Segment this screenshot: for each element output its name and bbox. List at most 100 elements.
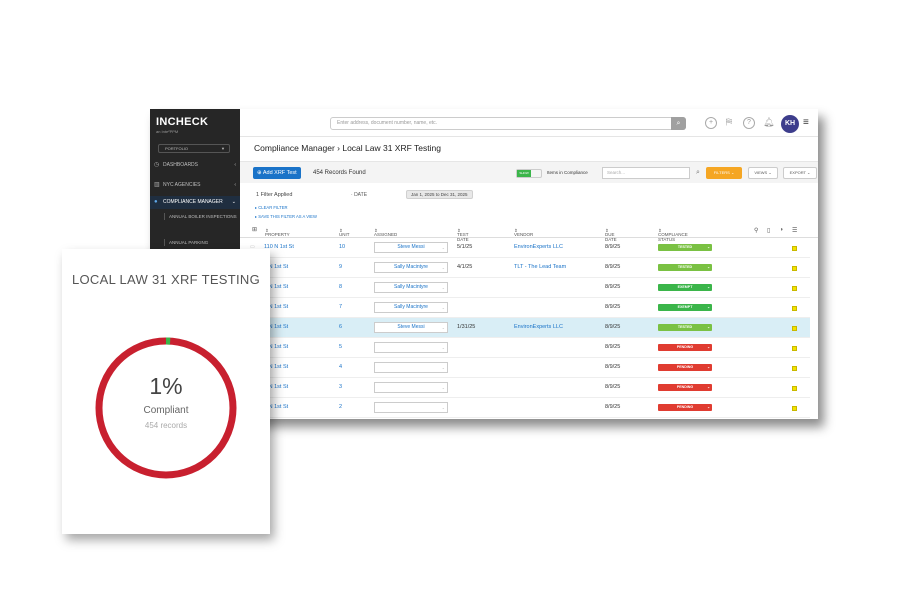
vendor-link[interactable]: EnvironExperts LLC <box>514 324 563 330</box>
search-icon[interactable]: ⌕ <box>696 167 700 179</box>
chevron-down-icon: ⌄ <box>707 405 710 409</box>
top-bar: Enter address, document number, name, et… <box>240 109 818 137</box>
export-label: EXPORT <box>789 170 806 175</box>
clear-filter-label: CLEAR FILTER <box>258 205 288 210</box>
bell-icon[interactable]: 🔔︎ <box>763 117 774 128</box>
column-header-property[interactable]: PROPERTY ⇕ <box>265 228 290 237</box>
status-badge[interactable]: TESTED ⌄ <box>658 244 712 251</box>
hamburger-menu-icon[interactable]: ≡ <box>803 117 809 128</box>
export-button[interactable]: EXPORT ⌄ <box>783 167 817 179</box>
clear-filter-link[interactable]: ▸ CLEAR FILTER <box>255 205 288 210</box>
column-header-vendor[interactable]: VENDOR ⇕ <box>514 228 533 237</box>
status-badge[interactable]: TESTED ⌄ <box>658 324 712 331</box>
column-header-status[interactable]: COMPLIANCE STATUS ⇕ <box>658 228 688 242</box>
assigned-select[interactable]: ⌄ <box>374 382 448 393</box>
flag-icon[interactable] <box>792 366 797 371</box>
assigned-select[interactable]: ⌄ <box>374 362 448 373</box>
assigned-select[interactable]: Sally Macintyre ⌄ <box>374 262 448 273</box>
assigned-select[interactable]: Sally Macintyre ⌄ <box>374 302 448 313</box>
list-icon[interactable]: ☰ <box>792 227 797 234</box>
unit-link[interactable]: 10 <box>339 244 345 250</box>
unit-link[interactable]: 8 <box>339 284 342 290</box>
table-row[interactable]: 0 N 1st St 2 ⌄ 8/9/25 PENDING ⌄ <box>240 398 810 418</box>
status-badge[interactable]: PENDING ⌄ <box>658 344 712 351</box>
sidebar-item-label: COMPLIANCE MANAGER <box>163 199 223 205</box>
compliance-label: Compliant <box>143 405 189 416</box>
table-row[interactable]: ▭ 110 N 1st St 10 Steve Messi ⌄ 5/1/25 Environ… <box>240 238 810 258</box>
sidebar-subitem-parking[interactable]: ANNUAL PARKING <box>164 239 238 246</box>
global-search-input[interactable]: Enter address, document number, name, et… <box>330 117 686 130</box>
sidebar-item-dashboards[interactable]: ◷ DASHBOARDS ‹ <box>150 159 240 172</box>
sidebar-item-compliance-manager[interactable]: ● COMPLIANCE MANAGER ⌄ <box>150 196 240 209</box>
sidebar-subitem-boiler[interactable]: ANNUAL BOILER INSPECTIONS <box>164 213 238 220</box>
table-search-input[interactable]: Search... <box>602 167 690 179</box>
table-row[interactable]: 0 N 1st St 7 Sally Macintyre ⌄ 8/9/25 EXEMPT ⌄ <box>240 298 810 318</box>
add-xrf-test-button[interactable]: ⊕ Add XRF Test <box>253 167 301 179</box>
test-date: 4/1/25 <box>457 264 473 270</box>
search-icon[interactable]: ⌕ <box>671 117 686 130</box>
assigned-select[interactable]: ⌄ <box>374 342 448 353</box>
chevron-down-icon: ⌄ <box>441 265 445 270</box>
column-header-unit[interactable]: UNIT ⇕ <box>339 228 350 237</box>
unit-link[interactable]: 5 <box>339 344 342 350</box>
status-badge[interactable]: PENDING ⌄ <box>658 364 712 371</box>
vendor-link[interactable]: TLT - The Lead Team <box>514 264 566 270</box>
assigned-value: Sally Macintyre <box>394 284 428 290</box>
comments-icon[interactable]: ◗ <box>780 227 784 233</box>
unit-link[interactable]: 7 <box>339 304 342 310</box>
status-badge[interactable]: EXEMPT ⌄ <box>658 284 712 291</box>
unit-link[interactable]: 4 <box>339 364 342 370</box>
flag-icon[interactable] <box>792 306 797 311</box>
column-header-due-date[interactable]: DUE DATE ⇕ <box>605 228 617 242</box>
clipboard-icon[interactable]: ▯ <box>767 227 770 234</box>
paperclip-icon[interactable]: ⚲ <box>754 227 758 234</box>
table-row[interactable]: 0 N 1st St 3 ⌄ 8/9/25 PENDING ⌄ <box>240 378 810 398</box>
flag-icon[interactable] <box>792 326 797 331</box>
status-badge[interactable]: PENDING ⌄ <box>658 404 712 411</box>
portfolio-select[interactable]: PORTFOLIO ▼ <box>158 144 230 153</box>
status-badge[interactable]: PENDING ⌄ <box>658 384 712 391</box>
signpost-icon[interactable]: ⛿ <box>723 117 735 129</box>
flag-icon[interactable] <box>792 286 797 291</box>
table-row[interactable]: 0 N 1st St 5 ⌄ 8/9/25 PENDING ⌄ <box>240 338 810 358</box>
due-date: 8/9/25 <box>605 384 621 390</box>
due-date: 8/9/25 <box>605 304 621 310</box>
filters-button[interactable]: FILTERS ⌄ <box>706 167 742 179</box>
views-button[interactable]: VIEWS ⌄ <box>748 167 778 179</box>
vendor-link[interactable]: EnvironExperts LLC <box>514 244 563 250</box>
assigned-select[interactable]: Steve Messi ⌄ <box>374 322 448 333</box>
unit-link[interactable]: 9 <box>339 264 342 270</box>
app-logo[interactable]: INCHECK <box>156 116 208 128</box>
column-header-test-date[interactable]: TEST DATE ⇕ <box>457 228 469 242</box>
date-range-chip[interactable]: Jan 1, 2025 to Dec 31, 2025 <box>406 190 473 199</box>
assigned-select[interactable]: Steve Messi ⌄ <box>374 242 448 253</box>
table-header: ⊞ PROPERTY ⇕ UNIT ⇕ ASSIGNED ⇕ TEST DATE… <box>240 224 818 242</box>
table-row[interactable]: 0 N 1st St 4 ⌄ 8/9/25 PENDING ⌄ <box>240 358 810 378</box>
unit-link[interactable]: 6 <box>339 324 342 330</box>
status-badge[interactable]: EXEMPT ⌄ <box>658 304 712 311</box>
flag-icon[interactable] <box>792 386 797 391</box>
status-badge[interactable]: TESTED ⌄ <box>658 264 712 271</box>
flag-icon[interactable] <box>792 246 797 251</box>
help-icon[interactable]: ? <box>743 117 755 129</box>
flag-icon[interactable] <box>792 266 797 271</box>
unit-link[interactable]: 3 <box>339 384 342 390</box>
shield-icon: ● <box>154 199 158 205</box>
save-filter-link[interactable]: ▸ SAVE THIS FILTER AS A VIEW <box>255 214 317 219</box>
sidebar-item-nyc-agencies[interactable]: ▥ NYC AGENCIES ‹ <box>150 179 240 192</box>
table-row[interactable]: 0 N 1st St 9 Sally Macintyre ⌄ 4/1/25 TLT - T… <box>240 258 810 278</box>
table-row[interactable]: 0 N 1st St 8 Sally Macintyre ⌄ 8/9/25 EXEMPT ⌄ <box>240 278 810 298</box>
compliance-widget-card[interactable]: LOCAL LAW 31 XRF TESTING 1% Compliant 45… <box>62 249 270 534</box>
compliance-toggle[interactable]: SHOW <box>516 169 542 178</box>
add-circle-icon[interactable]: + <box>705 117 717 129</box>
unit-link[interactable]: 2 <box>339 404 342 410</box>
avatar[interactable]: KH <box>781 115 799 133</box>
flag-icon[interactable] <box>792 346 797 351</box>
flag-icon[interactable] <box>792 406 797 411</box>
table-row[interactable]: 0 N 1st St 6 Steve Messi ⌄ 1/31/25 EnvironExp… <box>240 318 810 338</box>
select-all-checkbox[interactable]: ⊞ <box>252 226 257 233</box>
records-count: 454 Records Found <box>313 170 366 176</box>
assigned-select[interactable]: ⌄ <box>374 402 448 413</box>
column-header-assigned[interactable]: ASSIGNED ⇕ <box>374 228 397 237</box>
assigned-select[interactable]: Sally Macintyre ⌄ <box>374 282 448 293</box>
